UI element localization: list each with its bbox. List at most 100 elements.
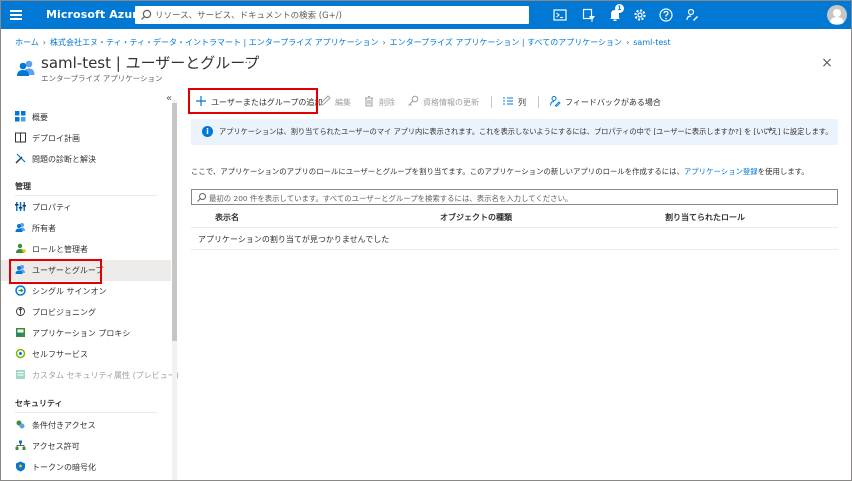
- hamburger-menu-icon[interactable]: [9, 8, 23, 22]
- wrench-icon: [15, 153, 26, 164]
- breadcrumb-separator-icon: ›: [626, 38, 630, 47]
- breadcrumb-separator-icon: ›: [42, 38, 46, 47]
- sidebar-item-label: シングル サインオン: [32, 287, 107, 296]
- sidebar-item-provisioning[interactable]: プロビジョニング: [1, 302, 171, 323]
- sidebar-item-label: 概要: [32, 113, 48, 122]
- provisioning-icon: [16, 307, 25, 316]
- column-header-assigned-role[interactable]: 割り当てられたロール: [665, 212, 745, 223]
- annotation-highlight: [9, 259, 102, 284]
- edit-label: 編集: [335, 98, 351, 107]
- azure-portal-window: Microsoft Azure リソース、サービス、ドキュメントの検索 (G+/…: [0, 0, 852, 481]
- top-bar: Microsoft Azure リソース、サービス、ドキュメントの検索 (G+/…: [1, 1, 851, 29]
- update-credentials-label: 資格情報の更新: [423, 98, 479, 107]
- close-icon[interactable]: ×: [820, 56, 834, 70]
- notification-badge: 1: [615, 4, 624, 13]
- conditional-access-icon: [16, 420, 25, 429]
- token-encryption-icon: [16, 461, 25, 472]
- breadcrumb-separator-icon: ›: [382, 38, 386, 47]
- breadcrumb-app[interactable]: saml-test: [633, 38, 670, 47]
- directory-filter-icon[interactable]: [581, 7, 597, 23]
- columns-label: 列: [518, 98, 526, 107]
- feedback-icon: [550, 96, 561, 107]
- sidebar-item-roles[interactable]: ロールと管理者: [1, 239, 171, 260]
- sidebar-item-label: アクセス許可: [32, 442, 80, 451]
- sidebar-item-app-proxy[interactable]: アプリケーション プロキシ: [1, 323, 171, 344]
- divider: [191, 227, 838, 228]
- sidebar-item-label: アプリケーション プロキシ: [32, 329, 131, 338]
- filter-input[interactable]: 最初の 200 件を表示しています。すべてのユーザーとグループを検索するには、表…: [191, 189, 838, 205]
- sidebar-item-label: 問題の診断と解決: [32, 155, 96, 164]
- sidebar-item-deploy-plan[interactable]: デプロイ計画: [1, 128, 171, 149]
- proxy-icon: [16, 328, 25, 337]
- arrow-right-icon[interactable]: →: [765, 125, 773, 135]
- help-icon[interactable]: [658, 7, 674, 23]
- toolbar-divider: [491, 96, 492, 108]
- empty-state-message: アプリケーションの割り当てが見つかりませんでした: [198, 235, 390, 244]
- sidebar-item-token-encryption[interactable]: トークンの暗号化: [1, 457, 171, 478]
- column-header-display-name[interactable]: 表示名: [215, 212, 239, 223]
- breadcrumb-tenant[interactable]: 株式会社エヌ・ティ・ティ・データ・イントラマート | エンタープライズ アプリケ…: [50, 38, 378, 47]
- sidebar: « 概要 デプロイ計画 問題の診断と解決 管理 プロパティ 所有者 ロールと管理…: [1, 93, 179, 480]
- info-banner[interactable]: i アプリケーションは、割り当てられたユーザーのマイ アプリ内に表示されます。こ…: [191, 119, 838, 145]
- search-input[interactable]: リソース、サービス、ドキュメントの検索 (G+/): [135, 6, 529, 24]
- sidebar-item-sso[interactable]: シングル サインオン: [1, 281, 171, 302]
- divider: [15, 195, 157, 196]
- sidebar-item-custom-security-attributes[interactable]: カスタム セキュリティ属性 (プレビュー): [1, 365, 179, 386]
- key-icon: [408, 95, 419, 106]
- feedback-icon[interactable]: [684, 7, 700, 23]
- sidebar-scrollbar-thumb[interactable]: [172, 103, 177, 341]
- app-registration-link[interactable]: アプリケーション登録: [684, 167, 758, 176]
- permissions-icon: [15, 440, 26, 450]
- column-header-object-type[interactable]: オブジェクトの種類: [440, 212, 512, 223]
- section-header-security: セキュリティ: [15, 399, 63, 408]
- roles-icon: [16, 243, 26, 253]
- users-groups-icon: [17, 60, 35, 76]
- owners-icon: [15, 223, 25, 232]
- divider: [191, 249, 838, 250]
- section-header-manage: 管理: [15, 182, 31, 191]
- sidebar-item-label: カスタム セキュリティ属性 (プレビュー): [32, 371, 179, 380]
- more-options-icon[interactable]: ···: [241, 56, 252, 69]
- description-suffix: を使用します。: [757, 167, 809, 176]
- info-banner-text: アプリケーションは、割り当てられたユーザーのマイ アプリ内に表示されます。これを…: [219, 127, 833, 136]
- columns-icon: [503, 97, 513, 105]
- pencil-icon: [320, 95, 331, 106]
- custom-attr-icon: [16, 370, 25, 379]
- sidebar-item-label: プロビジョニング: [32, 308, 96, 317]
- feedback-label: フィードバックがある場合: [565, 98, 661, 107]
- sidebar-item-diagnose[interactable]: 問題の診断と解決: [1, 149, 171, 170]
- settings-gear-icon[interactable]: [632, 7, 648, 23]
- sidebar-item-self-service[interactable]: セルフサービス: [1, 344, 171, 365]
- breadcrumb-all-apps[interactable]: エンタープライズ アプリケーション | すべてのアプリケーション: [390, 38, 622, 47]
- search-icon: [197, 193, 206, 202]
- sidebar-item-conditional-access[interactable]: 条件付きアクセス: [1, 415, 171, 436]
- sidebar-item-label: プロパティ: [32, 203, 72, 212]
- search-placeholder: リソース、サービス、ドキュメントの検索 (G+/): [155, 11, 342, 21]
- cloud-shell-icon[interactable]: [552, 7, 568, 23]
- sidebar-item-permissions[interactable]: アクセス許可: [1, 436, 171, 457]
- trash-icon: [365, 96, 373, 107]
- sidebar-item-owners[interactable]: 所有者: [1, 218, 171, 239]
- description-body: ここで、アプリケーションのアプリのロールにユーザーとグループを割り当てます。この…: [191, 167, 684, 176]
- divider: [15, 412, 157, 413]
- properties-icon: [15, 202, 26, 211]
- sidebar-item-overview[interactable]: 概要: [1, 107, 171, 128]
- toolbar-divider: [538, 96, 539, 108]
- sidebar-item-label: セルフサービス: [32, 350, 88, 359]
- sidebar-item-label: 条件付きアクセス: [32, 421, 96, 430]
- breadcrumb-home[interactable]: ホーム: [15, 38, 39, 47]
- filter-placeholder: 最初の 200 件を表示しています。すべてのユーザーとグループを検索するには、表…: [209, 194, 573, 203]
- breadcrumb: ホーム › 株式会社エヌ・ティ・ティ・データ・イントラマート | エンタープライズ …: [15, 37, 671, 48]
- brand-name[interactable]: Microsoft Azure: [46, 8, 145, 21]
- page-title: saml-test | ユーザーとグループ: [41, 54, 260, 72]
- sidebar-item-label: トークンの暗号化: [32, 463, 96, 472]
- sidebar-item-label: 所有者: [32, 224, 56, 233]
- avatar[interactable]: [827, 5, 847, 25]
- sidebar-item-label: デプロイ計画: [32, 134, 80, 143]
- info-icon: i: [202, 126, 213, 137]
- search-icon: [141, 9, 152, 20]
- sidebar-item-label: ロールと管理者: [32, 245, 88, 254]
- sidebar-item-properties[interactable]: プロパティ: [1, 197, 171, 218]
- description-text: ここで、アプリケーションのアプリのロールにユーザーとグループを割り当てます。この…: [191, 166, 809, 177]
- sso-icon: [15, 285, 26, 296]
